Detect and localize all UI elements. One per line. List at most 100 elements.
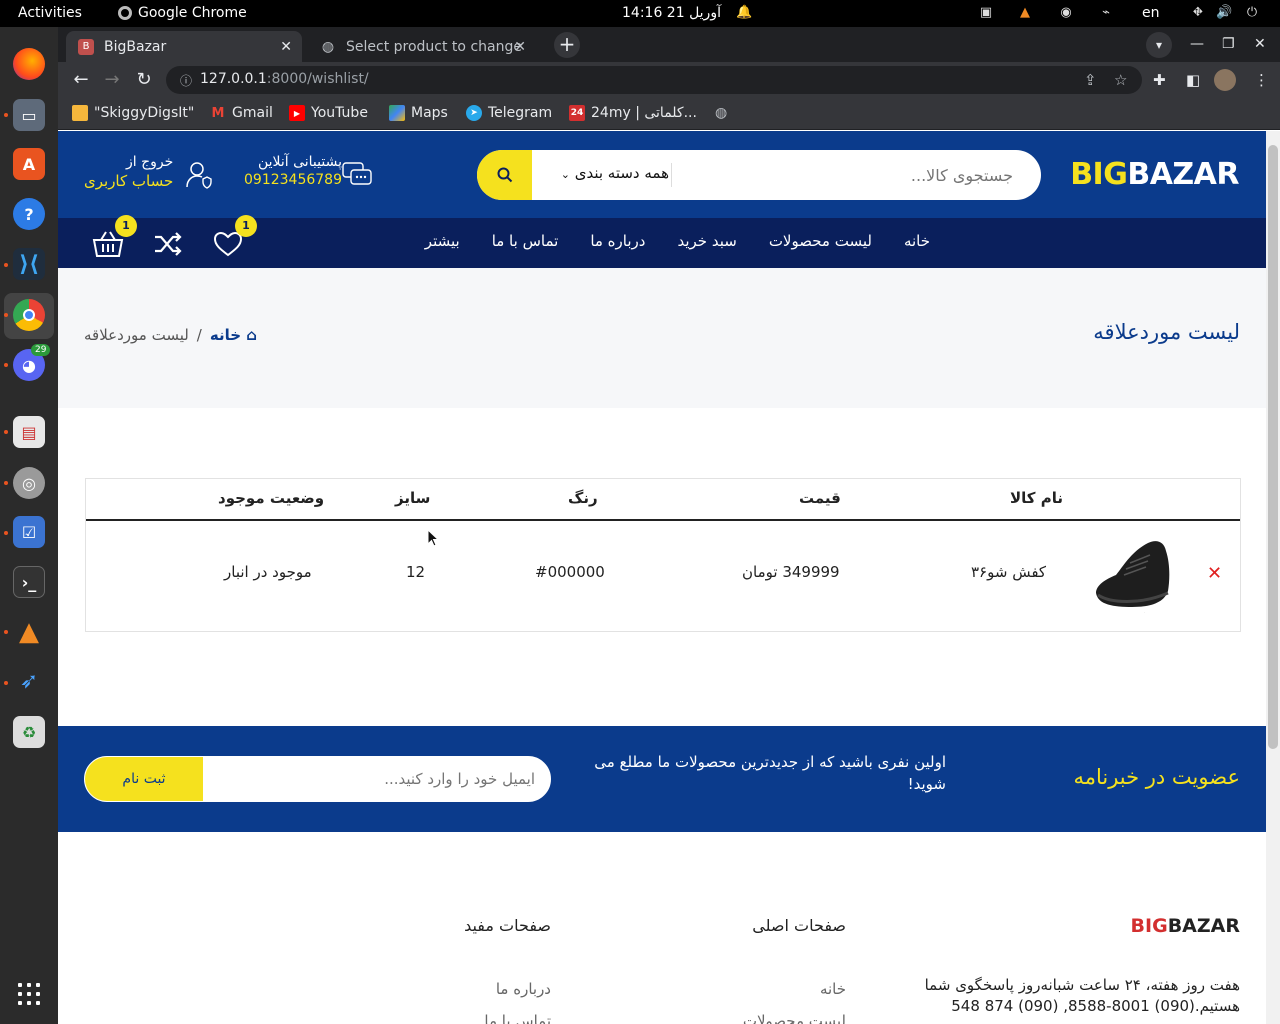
vlc-icon[interactable]: ▲ — [13, 616, 45, 648]
nav-item-home[interactable]: خانه — [904, 232, 930, 250]
terminal-icon[interactable]: ›_ — [13, 566, 45, 598]
todo-icon[interactable]: ☑ — [13, 516, 45, 548]
power-icon[interactable]: ⏻ — [1244, 5, 1260, 21]
tab-favicon: B — [78, 38, 94, 55]
camera-icon[interactable]: ▣ — [978, 5, 994, 21]
volume-icon[interactable]: 🔊 — [1216, 5, 1232, 21]
bookmark-gmail[interactable]: M Gmail — [210, 105, 273, 121]
minimize-icon[interactable]: — — [1190, 36, 1204, 52]
site-info-icon[interactable]: ⓘ — [180, 72, 192, 89]
vlc-tray-icon[interactable]: ▲ — [1017, 5, 1033, 21]
breadcrumb-separator: / — [196, 326, 202, 344]
newsletter-email-input[interactable] — [203, 757, 549, 801]
close-window-icon[interactable]: ✕ — [1254, 36, 1266, 52]
nav-item-more[interactable]: بیشتر — [425, 232, 460, 250]
bookmark-youtube[interactable]: ▶ YouTube — [289, 105, 368, 121]
chrome-menu-icon[interactable]: ⋮ — [1254, 71, 1269, 89]
clock[interactable]: 14:16 21 آوریل — [622, 5, 721, 21]
footer-main-pages-title: صفحات اصلی — [752, 916, 846, 935]
disk-icon[interactable]: ◎ — [13, 467, 45, 499]
page-scrollbar[interactable] — [1266, 131, 1280, 1024]
trash-icon[interactable]: ♻ — [13, 716, 45, 748]
reload-icon[interactable]: ↻ — [133, 69, 155, 90]
files-icon[interactable]: ▭ — [13, 99, 45, 131]
footer-link-products[interactable]: لیست محصولات — [743, 1012, 846, 1024]
item-name[interactable]: کفش شو۳۶ — [971, 563, 1046, 581]
account-line1: خروج از — [125, 154, 174, 170]
url-text: 127.0.0.1:8000/wishlist/ — [200, 71, 369, 87]
firefox-icon[interactable] — [13, 48, 45, 80]
dart-icon[interactable]: ➶ — [13, 665, 45, 697]
newsletter-title: عضویت در خبرنامه — [1073, 765, 1240, 789]
network-icon[interactable]: ⛖ — [1190, 5, 1206, 21]
nav-item-products[interactable]: لیست محصولات — [769, 232, 872, 250]
tab-title: Select product to change — [346, 38, 522, 55]
back-icon[interactable]: ← — [70, 69, 92, 90]
activities-button[interactable]: Activities — [18, 5, 82, 21]
scrollbar-thumb[interactable] — [1268, 145, 1278, 749]
share-icon[interactable]: ⇪ — [1084, 71, 1097, 89]
footer-link-contact[interactable]: تماس با ما — [484, 1012, 551, 1024]
footer-link-home[interactable]: خانه — [820, 980, 846, 998]
bookmarks-bar: "SkiggyDigsIt" M Gmail ▶ YouTube Maps ➤ … — [58, 98, 1280, 130]
address-bar[interactable]: ⓘ 127.0.0.1:8000/wishlist/ ⇪ ☆ — [166, 66, 1142, 94]
new-tab-button[interactable]: + — [554, 32, 580, 58]
running-indicator — [4, 430, 8, 434]
network-app-icon[interactable]: ⌁ — [1098, 5, 1114, 21]
search-button[interactable] — [477, 150, 532, 200]
nav-menu: خانه لیست محصولات سبد خرید درباره ما تما… — [425, 232, 930, 250]
vscode-icon[interactable]: ⟩⟨ — [13, 248, 45, 280]
category-select[interactable]: همه دسته بندی ⌄ — [539, 164, 669, 182]
restore-icon[interactable]: ❐ — [1222, 36, 1235, 52]
nav-item-contact[interactable]: تماس با ما — [492, 232, 559, 250]
remove-item-icon[interactable]: ✕ — [1207, 563, 1222, 584]
youtube-icon: ▶ — [289, 105, 305, 121]
document-viewer-icon[interactable]: ▤ — [13, 416, 45, 448]
item-stock: موجود در انبار — [224, 563, 312, 581]
side-panel-icon[interactable]: ◧ — [1186, 71, 1200, 89]
compare-shuffle-icon[interactable] — [152, 228, 184, 260]
app-menu[interactable]: Google Chrome — [118, 5, 247, 21]
logout-account[interactable]: خروج از حساب کاربری — [84, 154, 173, 190]
page-title: لیست موردعلاقه — [1093, 320, 1240, 344]
tab-select-product[interactable]: ◍ Select product to change ✕ — [308, 31, 536, 62]
profile-avatar[interactable] — [1214, 69, 1236, 91]
chrome-icon — [118, 6, 132, 20]
web-page: BIGBAZAR همه دسته بندی ⌄ پشتیبانی آنلاین… — [58, 131, 1266, 1024]
footer-link-about[interactable]: درباره ما — [496, 980, 551, 998]
chrome-dock-icon[interactable] — [13, 299, 45, 331]
help-icon[interactable]: ? — [13, 198, 45, 230]
footer-logo[interactable]: BIGBAZAR — [1131, 915, 1240, 937]
close-tab-icon[interactable]: ✕ — [280, 39, 292, 55]
tab-search-button[interactable]: ▾ — [1146, 32, 1172, 58]
newsletter-submit-button[interactable]: ثبت نام — [85, 757, 203, 801]
bookmark-24my[interactable]: 24 24my | کلماتی... — [569, 105, 697, 121]
bookmark-maps[interactable]: Maps — [389, 105, 448, 121]
bookmark-star-icon[interactable]: ☆ — [1114, 71, 1127, 89]
header-price: قیمت — [799, 489, 841, 507]
online-support[interactable]: پشتیبانی آنلاین 09123456789 — [244, 154, 342, 188]
bookmark-folder[interactable]: "SkiggyDigsIt" — [72, 105, 194, 121]
discord-tray-icon[interactable]: ◉ — [1058, 5, 1074, 21]
bookmark-telegram[interactable]: ➤ Telegram — [466, 105, 552, 121]
extensions-icon[interactable]: ✚ — [1153, 71, 1166, 89]
item-size: 12 — [406, 563, 426, 581]
footer-description: هفت روز هفته، ۲۴ ساعت شبانه‌روز پاسخگوی … — [924, 976, 1240, 1015]
bookmark-globe[interactable]: ◍ — [715, 105, 727, 121]
show-applications-icon[interactable] — [18, 983, 40, 1005]
close-tab-icon[interactable]: ✕ — [514, 39, 526, 55]
running-indicator — [4, 113, 8, 117]
search-input[interactable] — [677, 150, 1027, 200]
newsletter-form: ثبت نام — [84, 756, 551, 802]
software-center-icon[interactable]: A — [13, 148, 45, 180]
tab-bigbazar[interactable]: B BigBazar ✕ — [66, 31, 302, 62]
bell-icon[interactable]: 🔔 — [736, 5, 752, 21]
running-indicator — [4, 481, 8, 485]
product-thumbnail[interactable]: . — [1090, 533, 1174, 617]
language-indicator[interactable]: en — [1142, 5, 1160, 21]
forward-icon[interactable]: → — [101, 69, 123, 90]
nav-item-cart[interactable]: سبد خرید — [677, 232, 736, 250]
breadcrumb-home[interactable]: ⌂ خانه — [210, 326, 257, 344]
nav-item-about[interactable]: درباره ما — [590, 232, 645, 250]
site-logo[interactable]: BIGBAZAR — [1070, 157, 1239, 192]
